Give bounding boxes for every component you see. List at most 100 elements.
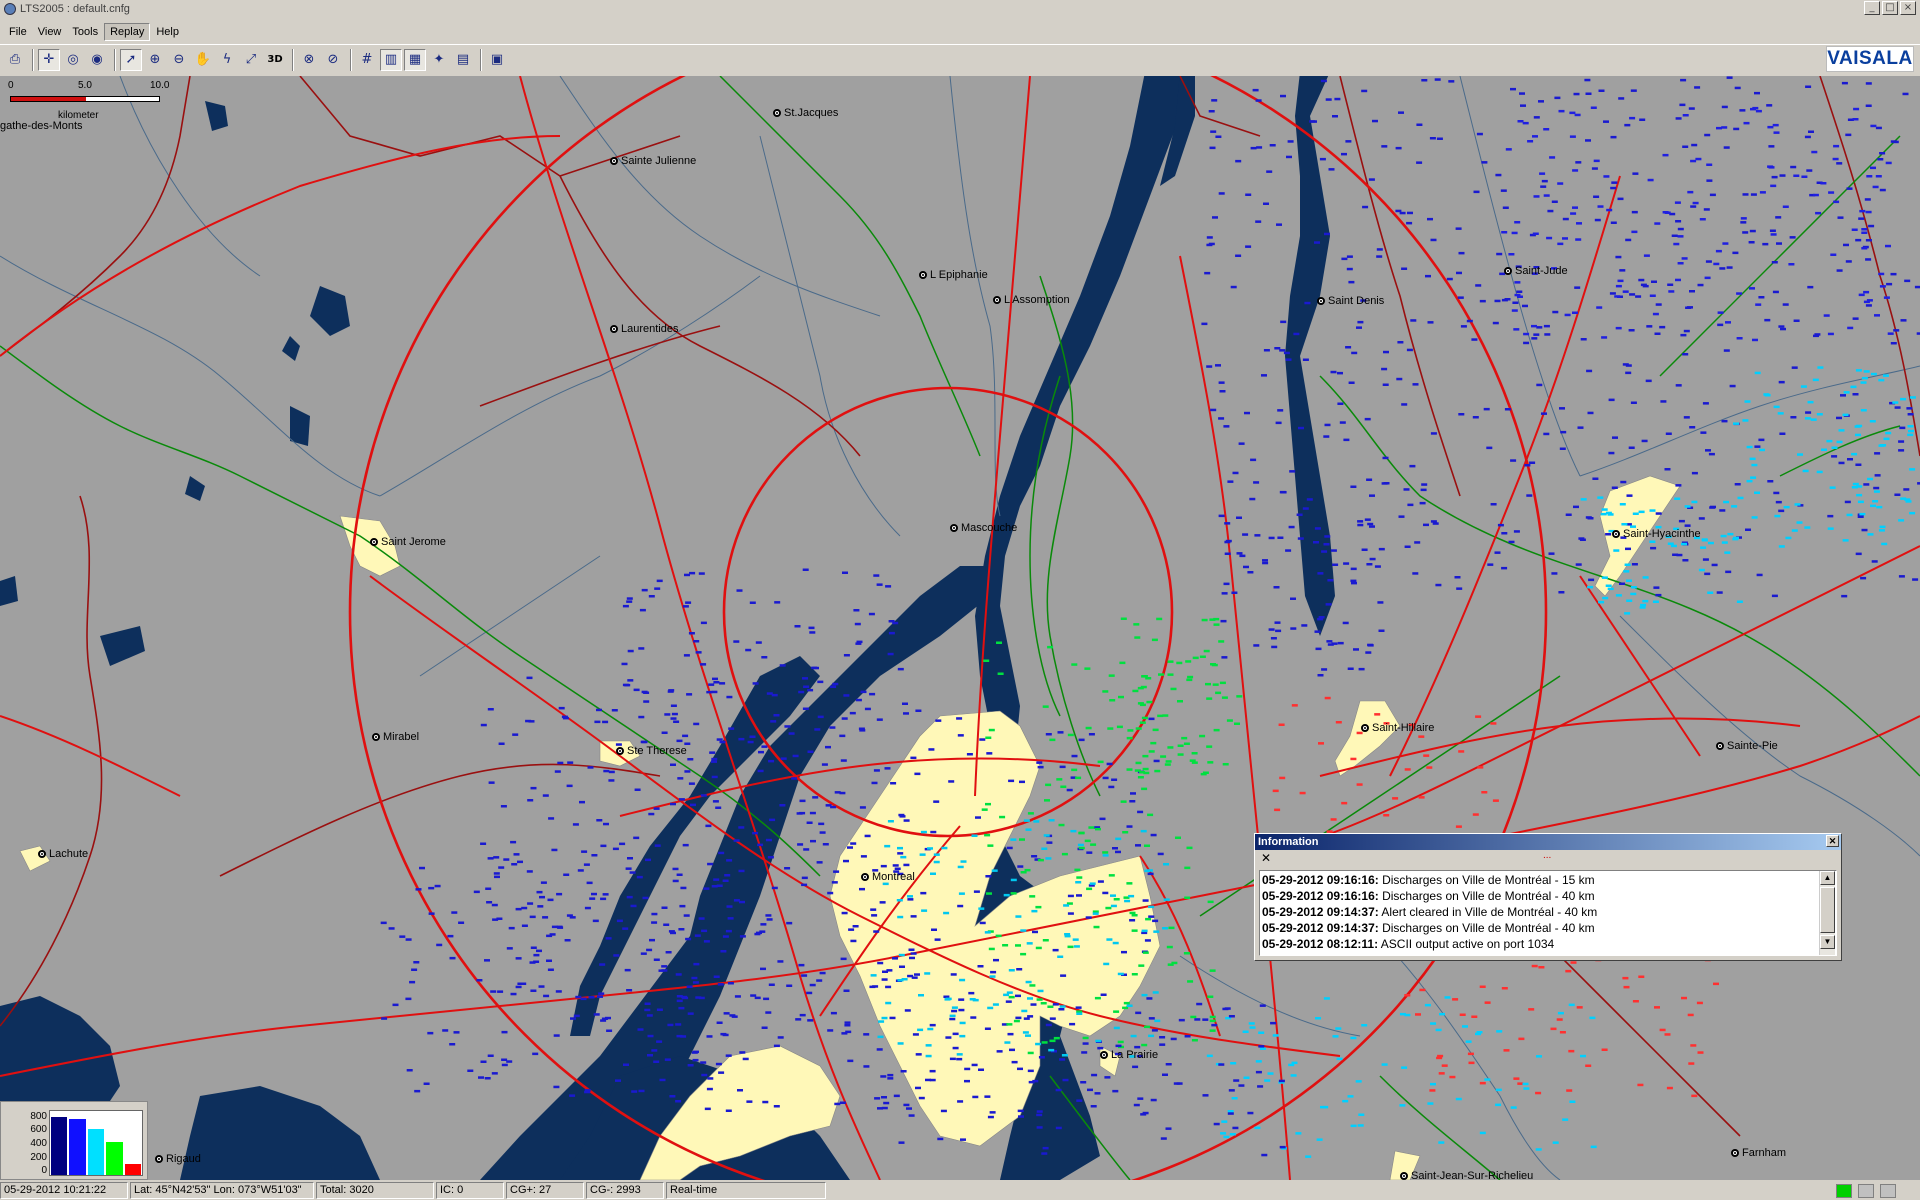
zoom-previous-icon[interactable]: ⊘: [322, 49, 344, 71]
information-window[interactable]: Information ✕ ✕ ... 05-29-2012 09:16:16:…: [1254, 833, 1842, 961]
city-label[interactable]: Mirabel: [372, 731, 419, 743]
city-label[interactable]: Lachute: [38, 848, 88, 860]
zoom-out-icon[interactable]: ⊖: [168, 49, 190, 71]
city-label[interactable]: La Prairie: [1100, 1049, 1158, 1061]
menu-tools[interactable]: Tools: [67, 24, 103, 40]
stroke-marker: [944, 998, 951, 1001]
stroke-marker: [945, 1036, 952, 1039]
map-canvas[interactable]: [0, 76, 1920, 1180]
layer-icon[interactable]: ◎: [62, 49, 84, 71]
menu-view[interactable]: View: [33, 24, 67, 40]
chart-icon[interactable]: ▥: [380, 48, 402, 71]
minimize-button[interactable]: _: [1864, 1, 1880, 15]
city-label[interactable]: Laurentides: [610, 323, 679, 335]
stroke-marker: [684, 770, 691, 773]
select-arrow-icon[interactable]: ➚: [120, 48, 142, 71]
stroke-marker: [1476, 132, 1483, 136]
city-label[interactable]: L Assomption: [993, 294, 1070, 306]
stroke-marker: [1874, 314, 1880, 317]
menu-help[interactable]: Help: [151, 24, 184, 40]
legend-icon[interactable]: ▤: [452, 49, 474, 71]
stroke-marker: [1067, 912, 1074, 915]
city-label[interactable]: Saint Denis: [1317, 295, 1384, 307]
city-label[interactable]: Saint-Jean-Sur-Richelieu: [1400, 1170, 1533, 1180]
stroke-marker: [1500, 189, 1507, 192]
stroke-marker: [683, 914, 690, 917]
stroke-marker: [830, 1011, 837, 1015]
stroke-marker: [1522, 1082, 1529, 1086]
table-icon[interactable]: ▦: [404, 48, 426, 71]
stroke-marker: [1711, 563, 1718, 567]
target-icon[interactable]: ◉: [86, 49, 108, 71]
information-titlebar[interactable]: Information ✕: [1255, 834, 1841, 850]
stroke-marker: [1674, 201, 1681, 204]
city-label[interactable]: Montreal: [861, 871, 915, 883]
lightning-icon[interactable]: ϟ: [216, 49, 238, 71]
log-row[interactable]: 05-29-2012 09:14:37: Discharges on Ville…: [1262, 920, 1834, 936]
city-label[interactable]: Saint-Hillaire: [1361, 722, 1434, 734]
stroke-marker: [1401, 403, 1408, 406]
pan-hand-icon[interactable]: ✋: [192, 49, 214, 71]
stroke-marker: [1845, 133, 1852, 137]
city-label[interactable]: Rigaud: [155, 1153, 201, 1165]
log-row[interactable]: 05-29-2012 09:16:16: Discharges on Ville…: [1262, 872, 1834, 888]
stroke-marker: [1128, 894, 1135, 898]
pin-icon[interactable]: ✕: [1261, 851, 1271, 865]
stroke-marker: [1145, 917, 1152, 921]
stroke-marker: [1213, 623, 1220, 626]
camera-icon[interactable]: ▣: [486, 49, 508, 71]
city-label[interactable]: Sainte Julienne: [610, 155, 696, 167]
zoom-extent-icon[interactable]: ⊗: [298, 49, 320, 71]
stroke-marker: [1228, 1015, 1235, 1018]
menu-replay[interactable]: Replay: [104, 23, 151, 41]
measure-icon[interactable]: ⤢: [240, 49, 262, 71]
stroke-marker: [496, 917, 503, 920]
city-label[interactable]: Saint-Jude: [1504, 265, 1568, 277]
stroke-marker: [1843, 391, 1850, 394]
close-button[interactable]: ×: [1900, 1, 1916, 15]
city-label[interactable]: St.Jacques: [773, 107, 838, 119]
city-label[interactable]: Ste Therese: [616, 745, 687, 757]
grid-icon[interactable]: #: [356, 49, 378, 71]
stroke-marker: [1037, 765, 1044, 769]
star-marker-icon[interactable]: ✦: [428, 49, 450, 71]
hist-y-label: 0: [41, 1165, 47, 1176]
stroke-marker: [1457, 296, 1464, 299]
stroke-marker: [1593, 159, 1600, 163]
city-label[interactable]: Saint Jerome: [370, 536, 446, 548]
stroke-marker: [640, 740, 647, 744]
stroke-marker: [1496, 1030, 1503, 1033]
stroke-marker: [1458, 750, 1465, 753]
stroke-marker: [557, 926, 564, 929]
stroke-marker: [1187, 980, 1194, 983]
stroke-marker: [1577, 426, 1584, 429]
stroke-marker: [1304, 301, 1311, 305]
crosshair-icon[interactable]: ✛: [38, 48, 60, 71]
stroke-marker: [1224, 522, 1231, 525]
stroke-marker: [1410, 319, 1417, 322]
map-view[interactable]: 0 5.0 10.0 kilometer gathe-des-Monts St.…: [0, 76, 1920, 1180]
scroll-thumb[interactable]: [1820, 887, 1835, 933]
log-row[interactable]: 05-29-2012 09:16:16: Discharges on Ville…: [1262, 888, 1834, 904]
city-label[interactable]: L Epiphanie: [919, 269, 988, 281]
city-label[interactable]: Sainte-Pie: [1716, 740, 1778, 752]
maximize-button[interactable]: □: [1882, 1, 1898, 15]
log-row[interactable]: 05-29-2012 08:12:11: ASCII output active…: [1262, 936, 1834, 952]
close-icon[interactable]: ✕: [1826, 835, 1839, 847]
city-label[interactable]: Mascouche: [950, 522, 1017, 534]
scroll-down-icon[interactable]: ▼: [1820, 935, 1835, 949]
city-label[interactable]: Saint-Hyacinthe: [1612, 528, 1701, 540]
city-label[interactable]: Farnham: [1731, 1147, 1786, 1159]
stroke-marker: [1074, 868, 1081, 872]
scroll-up-icon[interactable]: ▲: [1820, 871, 1835, 885]
status-total: Total: 3020: [316, 1182, 434, 1199]
3d-view-icon[interactable]: 3D: [264, 49, 286, 71]
log-row[interactable]: 05-29-2012 09:14:37: Alert cleared in Vi…: [1262, 904, 1834, 920]
stroke-marker: [1150, 1098, 1157, 1102]
message-log[interactable]: 05-29-2012 09:16:16: Discharges on Ville…: [1259, 870, 1837, 956]
log-scrollbar[interactable]: ▲ ▼: [1819, 871, 1835, 955]
print-icon[interactable]: ⎙: [4, 49, 26, 71]
menu-file[interactable]: File: [4, 24, 32, 40]
zoom-in-icon[interactable]: ⊕: [144, 49, 166, 71]
stroke-marker: [486, 901, 493, 904]
